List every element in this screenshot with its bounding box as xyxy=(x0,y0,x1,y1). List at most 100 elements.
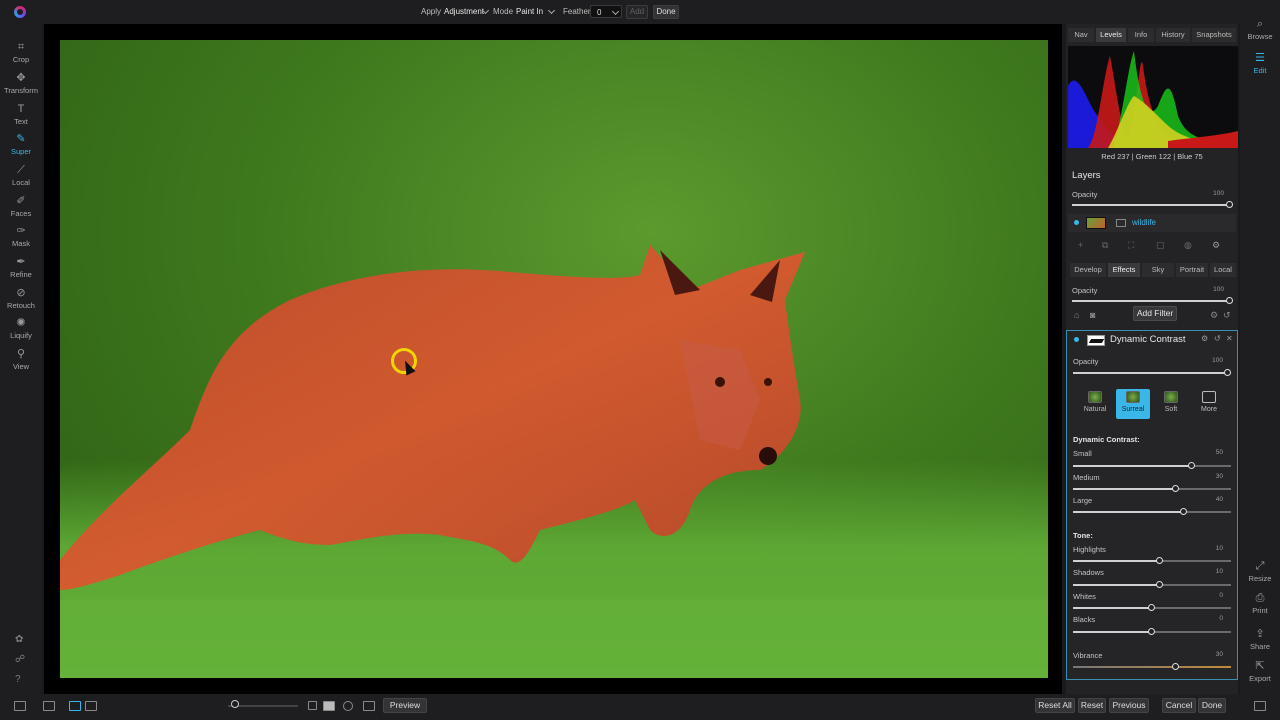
nav-browse[interactable]: ⌕ Browse xyxy=(1240,18,1280,41)
tool-retouch[interactable]: ⊘ Retouch xyxy=(0,286,42,314)
preset-browse-icon[interactable]: ⌂ xyxy=(1074,310,1079,320)
preset-surreal[interactable]: Surreal xyxy=(1116,389,1150,419)
circle-mask-icon[interactable] xyxy=(343,701,353,711)
visibility-dot-icon[interactable] xyxy=(1074,220,1079,225)
add-button[interactable]: Add xyxy=(626,5,648,19)
slider-knob[interactable] xyxy=(1226,201,1233,208)
slider-knob[interactable] xyxy=(1172,663,1179,670)
tool-liquify[interactable]: ✺ Liquify xyxy=(0,316,42,344)
reset-button[interactable]: Reset xyxy=(1078,698,1106,713)
slider-knob[interactable] xyxy=(1148,628,1155,635)
tool-local[interactable]: ⟋ Local xyxy=(0,163,42,191)
right-panel-toggle-icon[interactable] xyxy=(1254,701,1266,711)
nav-print[interactable]: ⎙ Print xyxy=(1240,592,1280,615)
tab-portrait[interactable]: Portrait xyxy=(1176,263,1208,277)
reset-icon[interactable]: ↺ xyxy=(1223,310,1231,321)
preset-natural[interactable]: Natural xyxy=(1078,389,1112,419)
blacks-slider[interactable] xyxy=(1073,628,1231,635)
highlights-slider[interactable] xyxy=(1073,557,1231,564)
done-bottom-button[interactable]: Done xyxy=(1198,698,1226,713)
slider-knob[interactable] xyxy=(1172,485,1179,492)
brush-mask-icon[interactable] xyxy=(363,701,375,711)
tab-effects[interactable]: Effects xyxy=(1108,263,1140,277)
slider-knob[interactable] xyxy=(1148,604,1155,611)
account-icon[interactable]: ☍ xyxy=(15,654,25,665)
photo-canvas[interactable] xyxy=(60,40,1048,678)
feather-input[interactable]: 0 xyxy=(590,5,622,18)
slider-knob[interactable] xyxy=(1188,462,1195,469)
tab-info[interactable]: Info xyxy=(1128,28,1154,42)
preview-button[interactable]: Preview xyxy=(383,698,427,713)
tab-history[interactable]: History xyxy=(1156,28,1190,42)
previous-button[interactable]: Previous xyxy=(1109,698,1149,713)
zoom-slider-knob[interactable] xyxy=(231,700,239,708)
single-view-icon[interactable] xyxy=(69,701,81,711)
merge-icon[interactable]: ▢ xyxy=(1156,240,1165,251)
duplicate-layer-icon[interactable]: ⧉ xyxy=(1102,240,1108,251)
compare-view-icon[interactable] xyxy=(85,701,97,711)
shadows-slider[interactable] xyxy=(1073,581,1231,588)
apply-dropdown[interactable]: Adjustment xyxy=(444,7,484,16)
app-logo-icon[interactable] xyxy=(14,6,26,18)
tool-transform[interactable]: ✥ Transform xyxy=(0,71,42,99)
close-icon[interactable]: ✕ xyxy=(1226,334,1233,343)
slider-knob[interactable] xyxy=(1180,508,1187,515)
tool-faces[interactable]: ✐ Faces xyxy=(0,194,42,222)
tool-super[interactable]: ✎ Super xyxy=(0,132,42,160)
tool-view[interactable]: ⚲ View xyxy=(0,347,42,375)
reset-icon[interactable]: ↺ xyxy=(1214,334,1221,343)
gear-icon[interactable]: ⚙ xyxy=(1201,334,1208,343)
gear-icon[interactable]: ⚙ xyxy=(1210,310,1218,321)
mask-toggle-icon[interactable]: ◙ xyxy=(1090,310,1095,320)
layer-row[interactable]: wildlife xyxy=(1068,214,1236,232)
help-icon[interactable]: ? xyxy=(15,674,21,685)
tab-nav[interactable]: Nav xyxy=(1068,28,1094,42)
tab-snapshots[interactable]: Snapshots xyxy=(1192,28,1236,42)
slider-knob[interactable] xyxy=(1156,557,1163,564)
reset-all-button[interactable]: Reset All xyxy=(1035,698,1075,713)
mode-dropdown[interactable]: Paint In xyxy=(516,7,543,16)
layer-settings-icon[interactable]: ◍ xyxy=(1184,240,1192,251)
medium-slider[interactable] xyxy=(1073,485,1231,492)
panel-toggle-icon[interactable] xyxy=(14,701,26,711)
nav-share[interactable]: ⇪ Share xyxy=(1240,628,1280,651)
mask-icon[interactable] xyxy=(1116,219,1126,227)
tool-mask[interactable]: ✑ Mask xyxy=(0,224,42,252)
layers-opacity-slider[interactable] xyxy=(1072,201,1233,208)
faces-icon: ✐ xyxy=(16,195,26,207)
tool-refine[interactable]: ✒ Refine xyxy=(0,255,42,283)
nav-export[interactable]: ⇱ Export xyxy=(1240,660,1280,683)
visibility-dot-icon[interactable] xyxy=(1074,337,1079,342)
filter-header[interactable]: Dynamic Contrast ⚙ ↺ ✕ xyxy=(1067,331,1237,349)
small-slider[interactable] xyxy=(1073,462,1231,469)
fill-icon[interactable]: ⛶ xyxy=(1128,240,1134,251)
vibrance-slider[interactable] xyxy=(1073,663,1231,670)
tool-text[interactable]: T Text xyxy=(0,102,42,130)
effects-opacity-slider[interactable] xyxy=(1072,297,1233,304)
tab-levels[interactable]: Levels xyxy=(1096,28,1126,42)
done-button[interactable]: Done xyxy=(653,5,679,19)
slider-knob[interactable] xyxy=(1224,369,1231,376)
add-layer-icon[interactable]: + xyxy=(1078,240,1083,250)
preset-more[interactable]: More xyxy=(1192,389,1226,419)
preset-soft[interactable]: Soft xyxy=(1154,389,1188,419)
cancel-button[interactable]: Cancel xyxy=(1162,698,1196,713)
gear-icon[interactable]: ⚙ xyxy=(1212,240,1220,251)
filter-opacity-slider[interactable] xyxy=(1073,369,1231,376)
square-mask-icon[interactable] xyxy=(308,701,317,710)
whites-slider[interactable] xyxy=(1073,604,1231,611)
large-slider[interactable] xyxy=(1073,508,1231,515)
tool-crop[interactable]: ⌗ Crop xyxy=(0,40,42,68)
add-filter-button[interactable]: Add Filter xyxy=(1133,306,1177,321)
tab-sky[interactable]: Sky xyxy=(1142,263,1174,277)
nav-resize[interactable]: ⤢ Resize xyxy=(1240,560,1280,583)
tab-local[interactable]: Local xyxy=(1210,263,1236,277)
nav-edit[interactable]: ☰ Edit xyxy=(1240,52,1280,75)
checkbox-icon xyxy=(1202,391,1216,403)
tab-develop[interactable]: Develop xyxy=(1070,263,1106,277)
slider-knob[interactable] xyxy=(1226,297,1233,304)
plugin-icon[interactable]: ✿ xyxy=(15,634,23,645)
slider-knob[interactable] xyxy=(1156,581,1163,588)
filmstrip-icon[interactable] xyxy=(43,701,55,711)
auto-mask-icon[interactable] xyxy=(323,701,335,711)
